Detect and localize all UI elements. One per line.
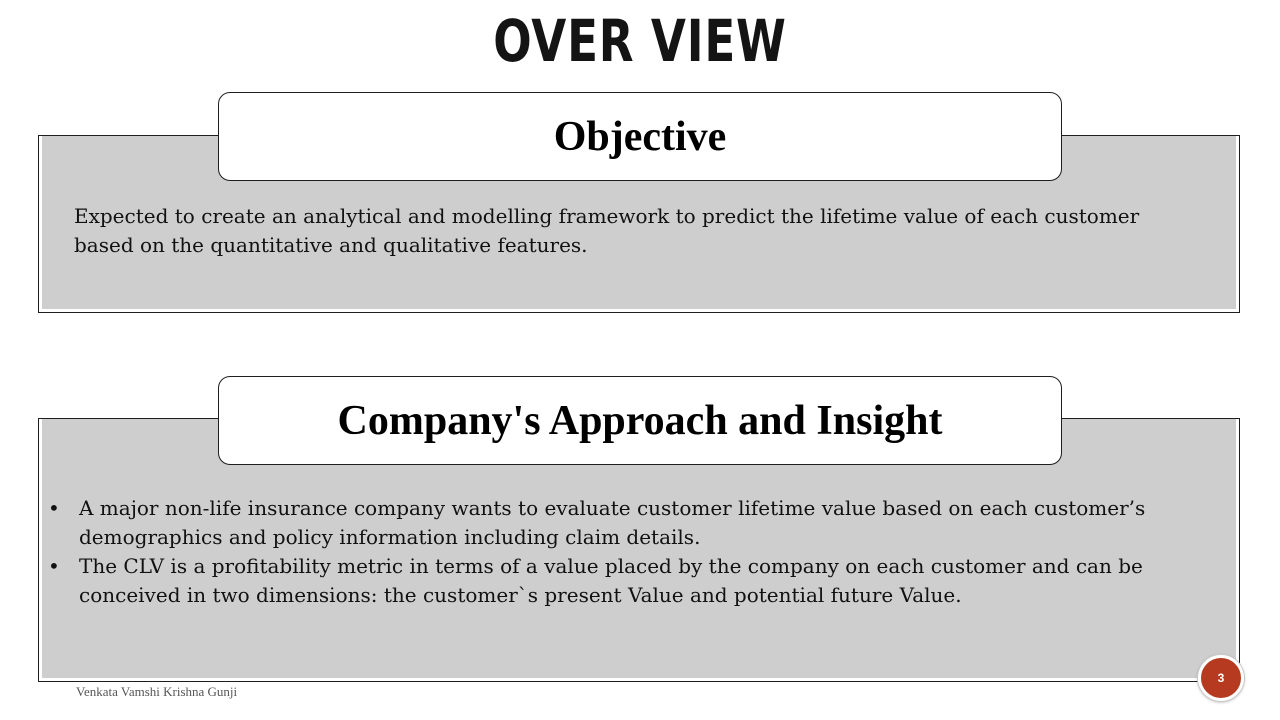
objective-heading: Objective — [218, 92, 1062, 181]
slide-title: OVER VIEW — [493, 7, 787, 75]
bullet-icon: • — [48, 496, 60, 520]
bullet-item: • The CLV is a profitability metric in t… — [44, 552, 1240, 610]
footer-author: Venkata Vamshi Krishna Gunji — [76, 684, 238, 699]
bullet-item: • A major non-life insurance company wan… — [44, 494, 1240, 552]
bullet-text: The CLV is a profitability metric in ter… — [79, 554, 1143, 607]
objective-text: Expected to create an analytical and mod… — [74, 204, 1140, 257]
bullet-icon: • — [48, 554, 60, 578]
bullet-text: A major non-life insurance company wants… — [79, 496, 1146, 549]
page-number-badge: 3 — [1198, 655, 1244, 701]
approach-heading: Company's Approach and Insight — [218, 376, 1062, 465]
approach-bullet-list: • A major non-life insurance company wan… — [44, 494, 1240, 610]
